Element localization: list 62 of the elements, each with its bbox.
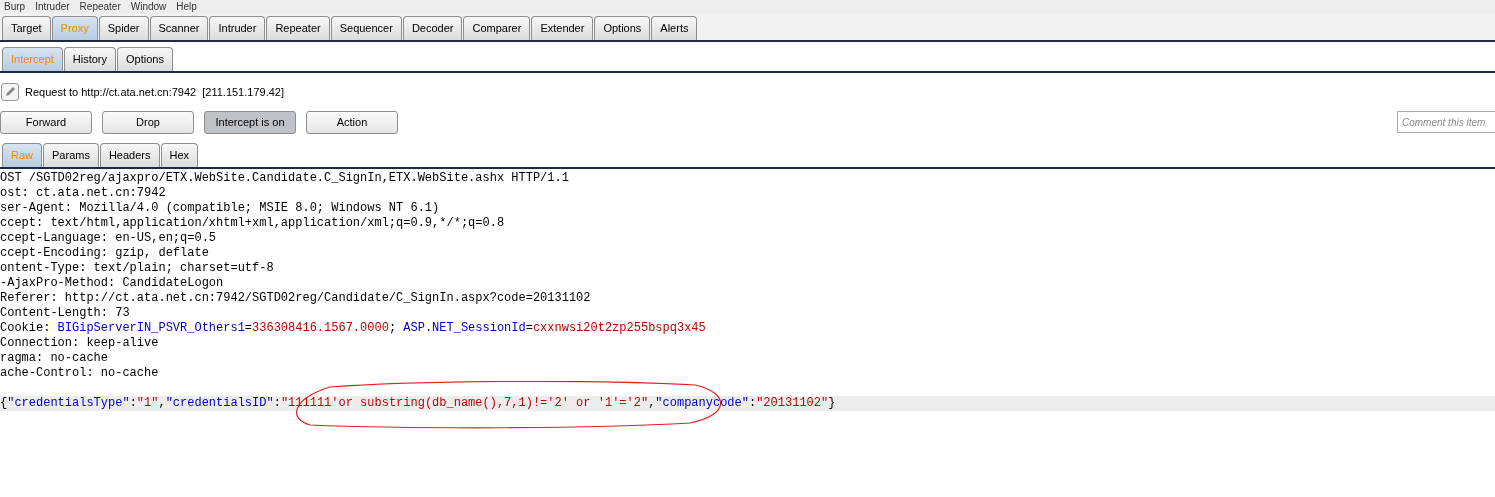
request-text: {: [0, 396, 8, 410]
request-text: ;: [388, 321, 398, 335]
tab[interactable]: Repeater: [266, 16, 330, 40]
toolbar-button[interactable]: Intercept is on: [204, 110, 296, 134]
request-text: ser-Agent: Mozilla/4.0 (compatible; MSIE 8.0; Windows NT 6.1): [0, 201, 440, 215]
request-text: ragma: no-cache: [0, 351, 109, 365]
tab[interactable]: Decoder: [402, 16, 463, 40]
request-text: ccept-Language: en-US,en;q=0.5: [0, 231, 217, 245]
tab[interactable]: Comparer: [463, 16, 531, 40]
request-text: ache-Control: no-cache: [0, 366, 159, 380]
request-text: BIGipServerIN_PSVR_Others1: [57, 321, 245, 335]
tab[interactable]: Intruder: [209, 16, 266, 40]
tab[interactable]: Params: [43, 143, 99, 167]
request-text: "20131102": [756, 396, 829, 410]
tab[interactable]: Sequencer: [330, 16, 402, 40]
request-text: :: [748, 396, 757, 410]
request-text: "credentialsID": [165, 396, 274, 410]
tab[interactable]: Spider: [98, 16, 149, 40]
request-text: ccept: text/html,application/xhtml+xml,application/xml;q=0.9,*/*;q=0.8: [0, 216, 505, 230]
menu-item[interactable]: Repeater: [79, 1, 121, 13]
menu-item[interactable]: Burp: [4, 1, 26, 13]
request-target: Request to http://ct.ata.net.cn:7942: [25, 84, 197, 100]
request-text: ,: [648, 396, 656, 410]
request-text: "1": [136, 396, 159, 410]
tab[interactable]: Hex: [160, 143, 199, 167]
request-text: -AjaxPro-Method: CandidateLogon: [0, 276, 224, 290]
request-text: "credentialsType": [7, 396, 130, 410]
request-text: =: [525, 321, 533, 335]
tab[interactable]: Headers: [99, 143, 160, 167]
tab[interactable]: Extender: [531, 16, 594, 40]
request-text: ASP.NET_SessionId: [403, 321, 526, 335]
request-text: Cookie:: [0, 321, 52, 335]
tab[interactable]: History: [63, 47, 117, 71]
request-text: Content-Length: 73: [0, 306, 130, 320]
toolbar-button[interactable]: Forward: [0, 110, 92, 134]
toolbar-button[interactable]: Drop: [102, 110, 194, 134]
menu-item[interactable]: Help: [176, 1, 197, 13]
toolbar-button[interactable]: Action: [306, 110, 398, 134]
request-text: 336308416.1567.0000: [252, 321, 389, 335]
request-text: :: [129, 396, 137, 410]
edit-icon[interactable]: [1, 83, 19, 101]
request-address: [211.151.179.42]: [202, 84, 284, 100]
tab[interactable]: Scanner: [149, 16, 209, 40]
request-text: OST /SGTD02reg/ajaxpro/ETX.WebSite.Candidate.C_SignIn,ETX.WebSite.ashx HTTP/1.1: [0, 171, 569, 185]
request-text: Connection: keep-alive: [0, 336, 159, 350]
request-text: :: [273, 396, 281, 410]
request-text: }: [828, 396, 836, 410]
request-text: cxxnwsi20t2zp255bspq3x45: [532, 321, 706, 335]
request-text: ontent-Type: text/plain; charset=utf-8: [0, 261, 274, 275]
request-text: "companycode": [655, 396, 749, 410]
comment-field[interactable]: Comment this item: [1397, 111, 1495, 133]
request-text: ,: [158, 396, 166, 410]
request-text: =: [244, 321, 253, 335]
menu-item[interactable]: Intruder: [35, 1, 70, 13]
tab[interactable]: Alerts: [651, 16, 698, 40]
tab[interactable]: Options: [594, 16, 651, 40]
tab[interactable]: Options: [117, 47, 173, 71]
request-text: ccept-Encoding: gzip, deflate: [0, 246, 209, 260]
menu-item[interactable]: Window: [130, 1, 167, 13]
request-text: ost: ct.ata.net.cn:7942: [0, 186, 166, 200]
tab[interactable]: Target: [2, 16, 51, 40]
request-text: Referer: http://ct.ata.net.cn:7942/SGTD02reg/Candidate/C_SignIn.aspx?code=20131102: [0, 291, 591, 305]
